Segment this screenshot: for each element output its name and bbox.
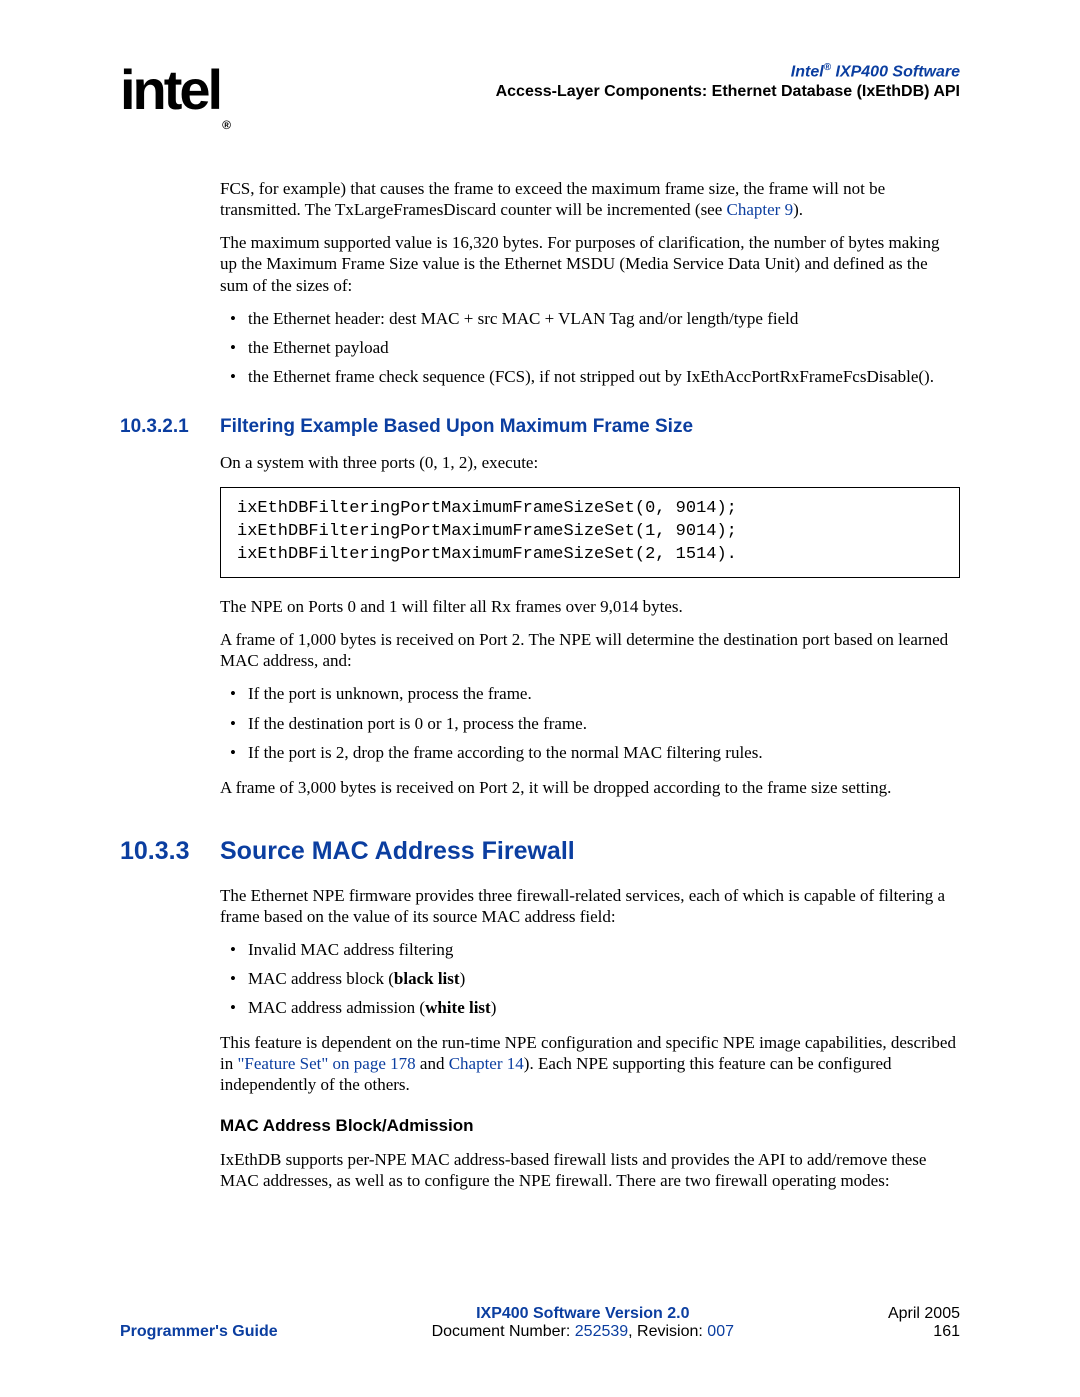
section-heading-3: 10.3.2.1 Filtering Example Based Upon Ma… (120, 415, 960, 439)
list-item: the Ethernet payload (220, 337, 960, 358)
bullet-list: Invalid MAC address filtering MAC addres… (220, 939, 960, 1018)
section-number: 10.3.3 (120, 836, 220, 867)
list-item: the Ethernet header: dest MAC + src MAC … (220, 308, 960, 329)
list-item: If the destination port is 0 or 1, proce… (220, 713, 960, 734)
footer-left: Programmer's Guide (120, 1323, 278, 1341)
bullet-list: If the port is unknown, process the fram… (220, 683, 960, 762)
registered-icon: ® (222, 118, 228, 132)
section-title: Filtering Example Based Upon Maximum Fra… (220, 415, 693, 439)
footer-right: April 2005 161 (888, 1305, 960, 1341)
list-item: the Ethernet frame check sequence (FCS),… (220, 366, 960, 387)
footer-center: IXP400 Software Version 2.0 Document Num… (432, 1305, 734, 1341)
section-title: Source MAC Address Firewall (220, 836, 575, 867)
section-heading-2: 10.3.3 Source MAC Address Firewall (120, 836, 960, 867)
paragraph: IxEthDB supports per-NPE MAC address-bas… (220, 1149, 960, 1191)
chapter-link[interactable]: Chapter 14 (449, 1054, 524, 1073)
paragraph: The NPE on Ports 0 and 1 will filter all… (220, 596, 960, 617)
registered-icon: ® (824, 62, 831, 73)
paragraph: FCS, for example) that causes the frame … (220, 178, 960, 220)
list-item: If the port is unknown, process the fram… (220, 683, 960, 704)
list-item: MAC address block (black list) (220, 968, 960, 989)
footer-version: IXP400 Software Version 2.0 (432, 1305, 734, 1323)
page-number: 161 (888, 1323, 960, 1341)
page-link[interactable]: "Feature Set" on page 178 (237, 1054, 415, 1073)
paragraph: This feature is dependent on the run-tim… (220, 1032, 960, 1095)
bullet-list: the Ethernet header: dest MAC + src MAC … (220, 308, 960, 387)
docnum-link[interactable]: 252539 (575, 1323, 628, 1340)
list-item: Invalid MAC address filtering (220, 939, 960, 960)
list-item: MAC address admission (white list) (220, 997, 960, 1018)
list-item: If the port is 2, drop the frame accordi… (220, 742, 960, 763)
paragraph: The maximum supported value is 16,320 by… (220, 232, 960, 295)
paragraph: A frame of 3,000 bytes is received on Po… (220, 777, 960, 798)
doc-subtitle: Access-Layer Components: Ethernet Databa… (496, 83, 960, 101)
chapter-link[interactable]: Chapter 9 (727, 200, 794, 219)
revision-link[interactable]: 007 (707, 1323, 734, 1340)
intel-logo: intel® (120, 62, 226, 123)
section-number: 10.3.2.1 (120, 415, 220, 439)
code-block: ixEthDBFilteringPortMaximumFrameSizeSet(… (220, 487, 960, 578)
doc-title: Intel® IXP400 Software (496, 62, 960, 81)
paragraph: On a system with three ports (0, 1, 2), … (220, 452, 960, 473)
footer-docnum: Document Number: 252539, Revision: 007 (432, 1323, 734, 1341)
logo-text: intel (120, 58, 220, 121)
subsection-heading: MAC Address Block/Admission (220, 1115, 960, 1136)
paragraph: The Ethernet NPE firmware provides three… (220, 885, 960, 927)
paragraph: A frame of 1,000 bytes is received on Po… (220, 629, 960, 671)
footer-date: April 2005 (888, 1305, 960, 1323)
